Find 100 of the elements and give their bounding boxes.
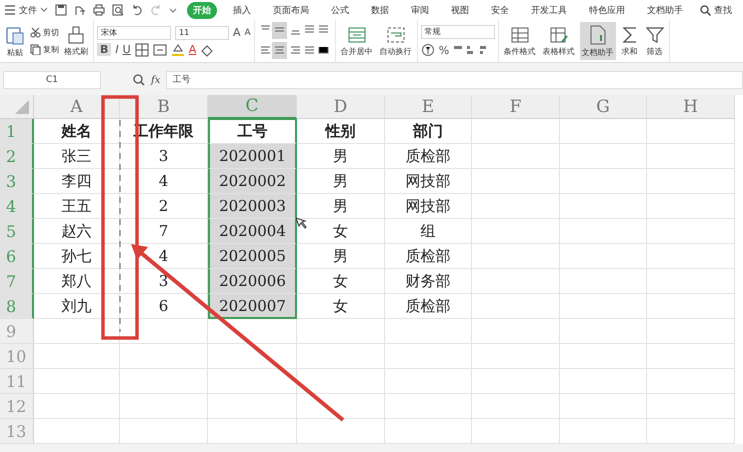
- font-name-field[interactable]: 宋体: [97, 26, 171, 40]
- table-cell: 姓名: [62, 122, 92, 140]
- table-cell: 女: [333, 272, 348, 290]
- ribbon-tab[interactable]: 开发工具: [525, 2, 573, 18]
- name-box[interactable]: C1: [3, 71, 101, 89]
- ribbon-tab[interactable]: 视图: [445, 2, 475, 18]
- ribbon-tab[interactable]: 插入: [227, 2, 257, 18]
- table-cell: 工号: [238, 122, 268, 141]
- doc-helper-button[interactable]: 文档助手: [580, 22, 616, 60]
- filter-button[interactable]: 筛选: [644, 22, 666, 60]
- print-icon[interactable]: [93, 4, 105, 16]
- table-cell: 郑八: [62, 272, 92, 290]
- sum-button[interactable]: 求和: [618, 22, 641, 60]
- ribbon-tab[interactable]: 特色应用: [583, 2, 631, 18]
- function-button[interactable]: fx: [151, 74, 160, 86]
- eraser-icon[interactable]: [200, 42, 214, 56]
- bold-button[interactable]: B: [97, 43, 112, 56]
- table-cell: 2020003: [219, 197, 286, 215]
- print-preview-icon[interactable]: [112, 4, 124, 16]
- file-menu[interactable]: 文件: [4, 4, 48, 16]
- percent-button[interactable]: %: [438, 44, 450, 56]
- table-cell: 质检部: [406, 146, 450, 166]
- table-cell: 张三: [62, 146, 92, 166]
- column-header[interactable]: G: [560, 95, 647, 119]
- column-header[interactable]: D: [297, 95, 385, 119]
- table-cell: 网技部: [406, 196, 450, 216]
- table-cell: 质检部: [406, 296, 450, 316]
- table-cell: 2020005: [219, 247, 286, 265]
- font-size-field[interactable]: 11: [175, 26, 229, 40]
- ribbon-tab[interactable]: 公式: [325, 2, 355, 18]
- table-brush-icon: [550, 26, 568, 44]
- fill-color-icon[interactable]: [170, 42, 185, 56]
- table-cell: 女: [333, 222, 348, 240]
- scissors-icon: [30, 27, 41, 38]
- grow-font-button[interactable]: A: [233, 26, 241, 39]
- table-cell: 刘九: [62, 296, 92, 316]
- corner-triangle-icon: [15, 100, 29, 114]
- cut-button[interactable]: 剪切: [30, 27, 59, 38]
- brush-icon: [67, 26, 85, 44]
- ribbon-tab[interactable]: 数据: [365, 2, 395, 18]
- clipboard-icon: [5, 24, 25, 44]
- copy-button[interactable]: 复制: [30, 44, 59, 55]
- table-cell: 2020007: [219, 296, 286, 314]
- table-cell: 2020002: [219, 172, 286, 190]
- table-cell: 6: [158, 297, 168, 315]
- column-header[interactable]: B: [120, 95, 208, 119]
- merge-cells-icon: [348, 26, 366, 44]
- borders-icon[interactable]: [134, 42, 149, 56]
- conditional-format-button[interactable]: 条件格式: [502, 22, 538, 60]
- table-cell: 2020006: [219, 272, 286, 290]
- zoom-icon[interactable]: [133, 74, 145, 86]
- grid-icon: [510, 26, 529, 44]
- table-cell: 男: [333, 196, 348, 216]
- table-style-button[interactable]: 表格样式: [540, 22, 577, 60]
- format-painter-button[interactable]: 格式刷: [62, 22, 90, 60]
- wrap-text-button[interactable]: 自动换行: [378, 22, 414, 60]
- formula-field[interactable]: 工号: [166, 71, 743, 89]
- column-header[interactable]: E: [385, 95, 472, 119]
- menu-icon: [4, 5, 16, 15]
- table-cell: 2020004: [219, 222, 286, 240]
- cell-style-icon[interactable]: [152, 42, 167, 56]
- table-cell: 3: [158, 147, 168, 165]
- move-cursor-icon: [295, 217, 307, 229]
- save-icon[interactable]: [55, 4, 67, 16]
- document-icon: [588, 24, 607, 44]
- table-cell: 质检部: [406, 246, 450, 266]
- table-cell: 男: [333, 146, 348, 166]
- font-color-button[interactable]: A: [188, 43, 196, 56]
- column-header[interactable]: F: [472, 95, 560, 119]
- table-cell: 孙七: [62, 246, 92, 266]
- table-cell: 男: [333, 246, 348, 266]
- table-cell: 女: [333, 296, 348, 316]
- search-icon: [700, 4, 711, 16]
- table-cell: 财务部: [406, 272, 450, 290]
- copy-icon: [30, 44, 41, 55]
- table-cell: 3: [158, 272, 168, 290]
- ribbon-tab[interactable]: 安全: [485, 2, 515, 18]
- table-cell: 赵六: [62, 222, 92, 240]
- table-cell: 4: [158, 172, 168, 190]
- paste-button[interactable]: 粘贴: [3, 22, 27, 60]
- table-cell: 性别: [326, 122, 356, 140]
- search-button[interactable]: 查找: [700, 4, 732, 16]
- merge-center-button[interactable]: 合并居中: [338, 22, 375, 60]
- column-header[interactable]: A: [34, 95, 120, 119]
- ribbon-tab[interactable]: 页面布局: [267, 2, 315, 18]
- undo-icon[interactable]: [131, 4, 143, 16]
- table-cell: 2020001: [219, 147, 286, 165]
- underline-button[interactable]: U: [122, 43, 131, 56]
- italic-button[interactable]: I: [115, 43, 119, 56]
- ribbon-tab[interactable]: 文档助手: [641, 2, 689, 18]
- shrink-font-button[interactable]: A: [244, 28, 251, 38]
- table-cell: 王五: [62, 196, 92, 216]
- table-cell: 网技部: [406, 172, 450, 190]
- table-cell: 7: [158, 222, 168, 240]
- caret-icon: [40, 7, 48, 13]
- number-format-field[interactable]: 常规: [420, 25, 495, 39]
- ribbon-tab[interactable]: 审阅: [405, 2, 435, 18]
- table-cell: 组: [420, 222, 436, 240]
- column-header[interactable]: H: [647, 95, 735, 119]
- table-cell: 部门: [413, 122, 443, 140]
